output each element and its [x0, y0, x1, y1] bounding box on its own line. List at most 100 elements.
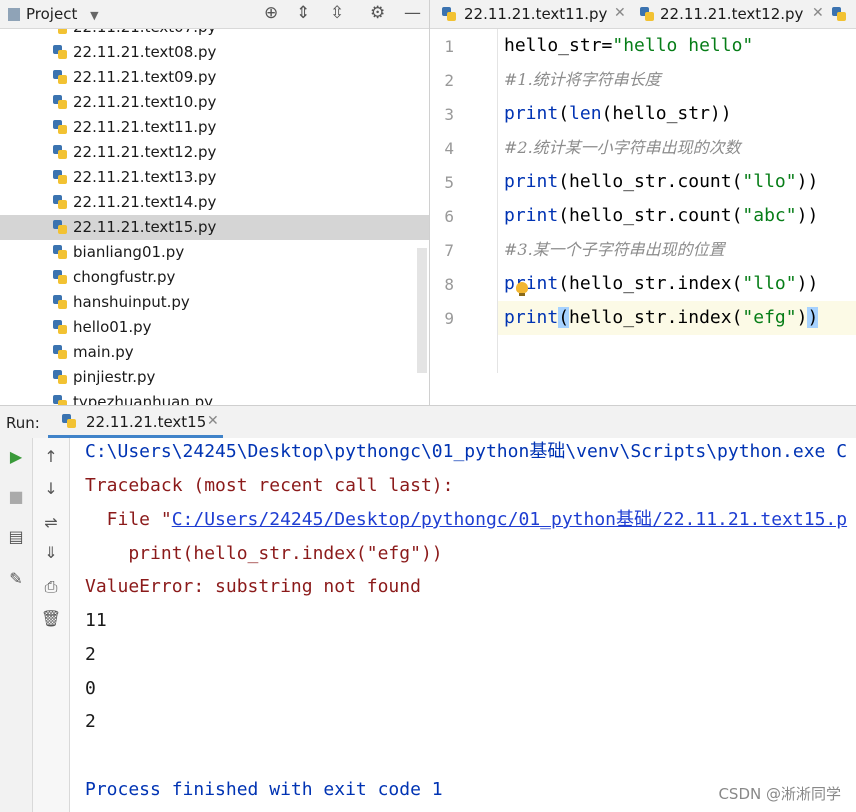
close-icon[interactable]: ✕ [614, 5, 626, 21]
project-icon [8, 8, 20, 21]
line-number: 4 [444, 139, 454, 158]
file-name: 22.11.21.text14.py [73, 193, 217, 211]
code-token: ) [807, 307, 819, 328]
run-label: Run: [6, 414, 40, 432]
editor-panel: 22.11.21.text11.py ✕ 22.11.21.text12.py … [429, 0, 856, 405]
line-number: 9 [444, 309, 454, 328]
file-name: 22.11.21.text11.py [73, 118, 217, 136]
code-token: "hello hello" [612, 35, 754, 56]
code-token: )) [796, 273, 819, 294]
python-file-icon [53, 195, 67, 209]
rerun-icon[interactable]: ▶ [5, 446, 27, 468]
file-tree-item[interactable]: 22.11.21.text14.py [0, 190, 429, 215]
stop-icon[interactable]: ■ [5, 486, 27, 508]
soft-wrap-icon[interactable]: ⇌ [40, 512, 62, 534]
console-code-line: print(hello_str.index("efg")) [85, 543, 443, 564]
file-name: 22.11.21.text08.py [73, 43, 217, 61]
code-area[interactable]: hello_str="hello hello" #1.统计将字符串长度 print(… [498, 29, 856, 373]
file-tree-item[interactable]: 22.11.21.text10.py [0, 90, 429, 115]
python-file-icon [53, 170, 67, 184]
print-icon[interactable]: ⎙ [40, 576, 62, 598]
python-file-icon [832, 7, 846, 21]
file-tree-item[interactable]: 22.11.21.text13.py [0, 165, 429, 190]
locate-icon[interactable]: ⊕ [264, 3, 278, 23]
editor-tabbar: 22.11.21.text11.py ✕ 22.11.21.text12.py … [430, 0, 856, 29]
run-config-tab[interactable]: 22.11.21.text15 ✕ [48, 406, 223, 438]
editor-tab[interactable]: 22.11.21.text11.py ✕ [438, 0, 628, 28]
code-token: len [569, 103, 602, 124]
file-tree-item[interactable]: hello01.py [0, 315, 429, 340]
file-tree-item[interactable]: main.py [0, 340, 429, 365]
file-tree: 22.11.21.text07.py 22.11.21.text08.py 22.1… [0, 29, 429, 405]
file-tree-item[interactable]: chongfustr.py [0, 265, 429, 290]
line-number: 8 [444, 275, 454, 294]
collapse-all-icon[interactable]: ⇳ [330, 3, 344, 23]
line-number: 2 [444, 71, 454, 90]
line-number: 5 [444, 173, 454, 192]
project-scrollbar[interactable] [417, 248, 427, 373]
code-token: )) [796, 171, 819, 192]
code-line: print(hello_str.count("llo")) [504, 165, 818, 199]
pin-icon[interactable]: ✎ [5, 568, 27, 590]
line-number-gutter: 1 2 3 4 5 6 7 8 9 [430, 29, 498, 373]
python-file-icon [53, 45, 67, 59]
python-file-icon [53, 270, 67, 284]
code-line: print(len(hello_str)) [504, 97, 732, 131]
trash-icon[interactable]: 🗑 [40, 608, 62, 630]
watermark: CSDN @淅淅同学 [718, 785, 841, 803]
file-tree-item[interactable]: 22.11.21.text11.py [0, 115, 429, 140]
scroll-to-end-icon[interactable]: ⇓ [40, 542, 62, 564]
project-view-dropdown[interactable]: Project ▼ [8, 5, 99, 23]
file-name: bianliang01.py [73, 243, 185, 261]
line-number: 6 [444, 207, 454, 226]
console-process-msg: Process finished with exit code 1 [85, 779, 443, 800]
code-token: print [504, 171, 559, 192]
file-tree-item[interactable]: 22.11.21.text15.py [0, 215, 429, 240]
file-tree-item[interactable]: typezhuanhuan.py [0, 390, 429, 405]
expand-all-icon[interactable]: ⇕ [296, 3, 310, 23]
file-name: hello01.py [73, 318, 152, 336]
close-icon[interactable]: ✕ [812, 5, 824, 21]
line-number: 3 [444, 105, 454, 124]
down-arrow-icon[interactable]: ↓ [40, 478, 62, 500]
minimize-icon[interactable]: — [404, 3, 421, 23]
file-tree-item[interactable]: pinjiestr.py [0, 365, 429, 390]
editor-tab[interactable]: 22.11.21.text12.py ✕ [636, 0, 836, 28]
file-name: 22.11.21.text09.py [73, 68, 217, 86]
python-file-icon [53, 95, 67, 109]
file-tree-item[interactable]: bianliang01.py [0, 240, 429, 265]
code-token: hello_str= [504, 35, 613, 56]
console-file-link[interactable]: C:/Users/24245/Desktop/pythongc/01_pytho… [172, 509, 847, 530]
code-token: "efg" [742, 307, 797, 328]
layout-icon[interactable]: ▤ [5, 526, 27, 548]
editor-tab-overflow[interactable] [830, 0, 856, 28]
console-error: ValueError: substring not found [85, 576, 421, 597]
code-token: ( [558, 103, 570, 124]
up-arrow-icon[interactable]: ↑ [40, 446, 62, 468]
lightbulb-icon[interactable] [516, 282, 528, 296]
code-comment-line: #2.统计某一小字符串出现的次数 [504, 138, 741, 157]
file-name: hanshuinput.py [73, 293, 190, 311]
console-output-line: 2 [85, 711, 96, 732]
close-icon[interactable]: ✕ [207, 413, 219, 429]
file-tree-item[interactable]: hanshuinput.py [0, 290, 429, 315]
python-file-icon [53, 29, 67, 34]
console-file-prefix: File " [85, 509, 172, 530]
gear-icon[interactable]: ⚙ [370, 3, 385, 23]
editor-tab-label: 22.11.21.text12.py [660, 5, 804, 23]
run-console[interactable]: C:\Users\24245\Desktop\pythongc\01_pytho… [70, 438, 856, 812]
python-file-icon [62, 414, 76, 428]
code-token: (hello_str.count( [558, 205, 743, 226]
file-tree-item[interactable]: 22.11.21.text09.py [0, 65, 429, 90]
code-token: ) [796, 307, 808, 328]
project-title: Project [26, 5, 78, 23]
file-tree-item[interactable]: 22.11.21.text07.py [0, 29, 429, 40]
console-output-line: 11 [85, 610, 107, 631]
code-token: "abc" [742, 205, 797, 226]
code-token: print [504, 307, 559, 328]
file-tree-item[interactable]: 22.11.21.text12.py [0, 140, 429, 165]
python-file-icon [640, 7, 654, 21]
chevron-down-icon: ▼ [90, 9, 99, 22]
editor-tab-label: 22.11.21.text11.py [464, 5, 608, 23]
file-tree-item[interactable]: 22.11.21.text08.py [0, 40, 429, 65]
